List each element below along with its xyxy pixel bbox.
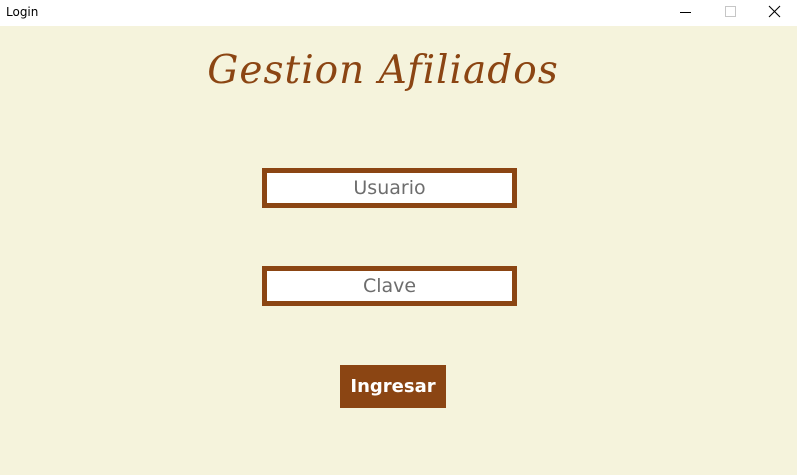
close-button[interactable]	[751, 0, 797, 26]
maximize-icon	[725, 6, 736, 17]
login-button[interactable]: Ingresar	[340, 365, 446, 408]
username-field[interactable]	[262, 168, 517, 208]
password-input[interactable]	[267, 271, 512, 301]
username-input[interactable]	[267, 173, 512, 203]
maximize-button[interactable]	[706, 0, 752, 26]
minimize-button[interactable]	[662, 0, 708, 26]
close-icon	[768, 5, 781, 18]
window-titlebar[interactable]: Login	[0, 0, 797, 26]
minimize-icon	[680, 12, 691, 13]
app-title: Gestion Afiliados	[207, 48, 559, 93]
password-field[interactable]	[262, 266, 517, 306]
window-title: Login	[6, 5, 39, 19]
